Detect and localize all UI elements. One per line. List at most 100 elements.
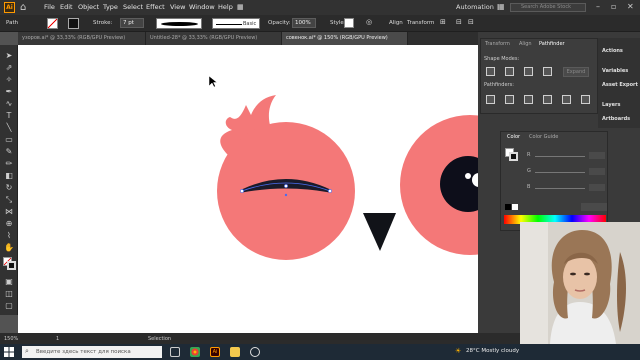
illustrator-taskbar-icon[interactable]: Ai bbox=[210, 347, 220, 357]
tab-document-2[interactable]: Untitled-28* @ 33,33% (RGB/GPU Preview) bbox=[146, 32, 282, 45]
width-tool-icon[interactable]: ⋈ bbox=[3, 207, 15, 217]
curvature-tool-icon[interactable]: ∿ bbox=[3, 99, 15, 109]
grid-icon[interactable]: ▦ bbox=[497, 2, 505, 11]
align-left-icon[interactable]: ⊟ bbox=[456, 18, 462, 26]
menu-select[interactable]: Select bbox=[123, 3, 143, 11]
arrange-documents-icon[interactable]: ▦ bbox=[237, 3, 244, 11]
intersect-icon[interactable] bbox=[524, 67, 533, 76]
asset-export-panel-button[interactable]: Asset Export bbox=[602, 82, 638, 88]
merge-icon[interactable] bbox=[524, 95, 533, 104]
stroke-swatch[interactable] bbox=[68, 18, 79, 29]
actions-panel-button[interactable]: Actions bbox=[602, 48, 623, 54]
minus-back-icon[interactable] bbox=[581, 95, 590, 104]
line-tool-icon[interactable]: ╲ bbox=[3, 123, 15, 133]
menu-help[interactable]: Help bbox=[218, 3, 233, 11]
rectangle-tool-icon[interactable]: ▭ bbox=[3, 135, 15, 145]
minimize-button[interactable]: – bbox=[596, 2, 600, 11]
tab-label: узоров.ai* @ 33,33% (RGB/GPU Preview) bbox=[22, 35, 126, 41]
tab-color-guide[interactable]: Color Guide bbox=[529, 134, 558, 140]
stroke-weight-input[interactable]: 7 pt bbox=[120, 18, 144, 28]
green-channel[interactable]: G bbox=[527, 168, 607, 176]
layers-panel-button[interactable]: Layers bbox=[602, 102, 621, 108]
outline-icon[interactable] bbox=[562, 95, 571, 104]
stroke-color-icon[interactable] bbox=[7, 261, 16, 270]
tab-transform[interactable]: Transform bbox=[485, 41, 510, 47]
menu-window[interactable]: Window bbox=[189, 3, 215, 11]
obs-icon[interactable] bbox=[250, 347, 260, 357]
red-channel[interactable]: R bbox=[527, 152, 607, 160]
left-eye-circle bbox=[217, 122, 355, 260]
artboards-panel-button[interactable]: Artboards bbox=[602, 116, 630, 122]
brush-label: Basic bbox=[243, 21, 257, 27]
draw-mode-icon[interactable]: ◫ bbox=[3, 289, 15, 299]
menu-object[interactable]: Object bbox=[78, 3, 99, 11]
exclude-icon[interactable] bbox=[543, 67, 552, 76]
black-swatch[interactable] bbox=[505, 204, 511, 210]
align-button[interactable]: Align bbox=[389, 20, 403, 26]
variable-width-profile[interactable] bbox=[156, 18, 202, 29]
artboard-canvas[interactable] bbox=[18, 45, 518, 333]
home-icon[interactable]: ⌂ bbox=[20, 2, 31, 13]
fill-swatch[interactable] bbox=[47, 18, 58, 29]
hand-tool-icon[interactable]: ✋ bbox=[3, 243, 15, 253]
file-explorer-icon[interactable] bbox=[230, 347, 240, 357]
menu-view[interactable]: View bbox=[170, 3, 185, 11]
menu-file[interactable]: File bbox=[44, 3, 55, 11]
variables-panel-button[interactable]: Variables bbox=[602, 68, 628, 74]
anchor-point-center bbox=[284, 184, 288, 188]
pencil-icon[interactable]: ✏ bbox=[3, 159, 15, 169]
minus-front-icon[interactable] bbox=[505, 67, 514, 76]
magic-wand-icon[interactable]: ✧ bbox=[3, 75, 15, 85]
opacity-input[interactable]: 100% bbox=[292, 18, 316, 28]
selection-tool-icon[interactable]: ➤ bbox=[3, 51, 15, 61]
blue-channel[interactable]: B bbox=[527, 184, 607, 192]
pen-tool-icon[interactable]: ✒ bbox=[3, 87, 15, 97]
eraser-icon[interactable]: ◧ bbox=[3, 171, 15, 181]
maximize-button[interactable]: ▫ bbox=[611, 2, 616, 11]
white-swatch[interactable] bbox=[512, 204, 518, 210]
expand-button[interactable]: Expand bbox=[563, 67, 589, 77]
direct-selection-tool-icon[interactable]: ⇗ bbox=[3, 63, 15, 73]
rotate-tool-icon[interactable]: ↻ bbox=[3, 183, 15, 193]
divide-icon[interactable] bbox=[486, 95, 495, 104]
stroke-color-icon[interactable] bbox=[509, 152, 518, 161]
zoom-level[interactable]: 150% bbox=[4, 336, 18, 342]
transform-button[interactable]: Transform bbox=[407, 20, 434, 26]
trim-icon[interactable] bbox=[505, 95, 514, 104]
artboard-number[interactable]: 1 bbox=[56, 336, 59, 342]
unite-icon[interactable] bbox=[486, 67, 495, 76]
tools-panel: ➤ ⇗ ✧ ✒ ∿ T ╲ ▭ ✎ ✏ ◧ ↻ ⤡ ⋈ ⊕ ⌇ ✋ ▣ ◫ ▢ bbox=[0, 45, 18, 315]
shape-builder-icon[interactable]: ⊕ bbox=[3, 219, 15, 229]
chrome-icon[interactable] bbox=[190, 347, 200, 357]
mouse-cursor bbox=[208, 75, 218, 88]
menu-edit[interactable]: Edit bbox=[60, 3, 73, 11]
tab-pathfinder[interactable]: Pathfinder bbox=[539, 41, 565, 47]
taskbar-search[interactable]: Введите здесь текст для поиска bbox=[22, 346, 162, 358]
paintbrush-icon[interactable]: ✎ bbox=[3, 147, 15, 157]
tab-align[interactable]: Align bbox=[519, 41, 532, 47]
recolor-icon[interactable]: ◎ bbox=[366, 18, 372, 26]
workspace-switcher[interactable]: Automation bbox=[456, 3, 494, 11]
isolate-icon[interactable]: ⊞ bbox=[440, 18, 446, 26]
crop-icon[interactable] bbox=[543, 95, 552, 104]
close-button[interactable]: ✕ bbox=[627, 2, 634, 11]
align-center-icon[interactable]: ⊟ bbox=[468, 18, 474, 26]
windows-start-icon[interactable] bbox=[4, 347, 14, 357]
type-tool-icon[interactable]: T bbox=[3, 111, 15, 121]
menu-effect[interactable]: Effect bbox=[146, 3, 165, 11]
screen-mode-icon[interactable]: ▢ bbox=[3, 301, 15, 311]
color-mode-icon[interactable]: ▣ bbox=[3, 277, 15, 287]
stock-search-input[interactable]: Search Adobe Stock bbox=[510, 3, 586, 12]
scale-tool-icon[interactable]: ⤡ bbox=[3, 195, 15, 205]
tab-color[interactable]: Color bbox=[507, 134, 520, 140]
hex-input[interactable] bbox=[581, 203, 607, 211]
eyedropper-icon[interactable]: ⌇ bbox=[3, 231, 15, 241]
tab-document-1[interactable]: узоров.ai* @ 33,33% (RGB/GPU Preview) bbox=[18, 32, 146, 45]
style-swatch[interactable] bbox=[344, 18, 354, 28]
task-view-icon[interactable] bbox=[170, 347, 180, 357]
menu-type[interactable]: Type bbox=[103, 3, 118, 11]
weather-status[interactable]: 28°C Mostly cloudy bbox=[466, 348, 519, 354]
tab-document-3[interactable]: совенок.ai* @ 150% (RGB/GPU Preview) bbox=[282, 32, 408, 45]
control-bar: Path Stroke: 7 pt Basic Opacity: 100% St… bbox=[0, 15, 640, 32]
brush-definition[interactable]: Basic bbox=[212, 18, 260, 29]
